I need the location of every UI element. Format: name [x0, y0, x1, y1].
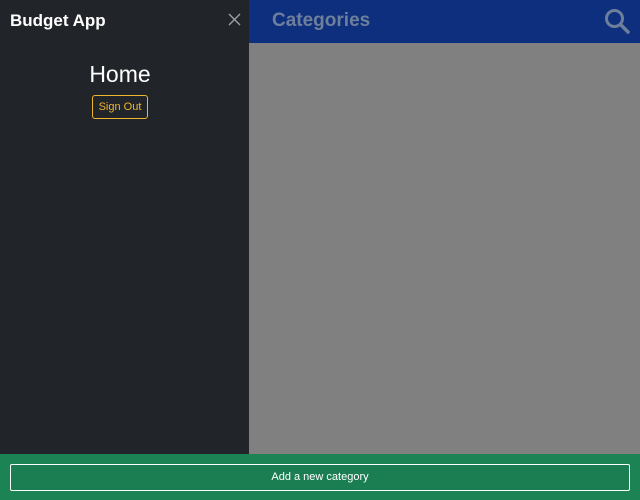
sign-out-button[interactable]: Sign Out	[92, 95, 148, 119]
offcanvas-sidebar: Budget App Home Sign Out	[0, 0, 249, 454]
sidebar-brand: Budget App	[10, 11, 106, 30]
close-icon[interactable]	[228, 13, 241, 26]
app-screen: Categories Budget App Home Sign Out Add …	[0, 0, 640, 500]
add-category-button[interactable]: Add a new category	[10, 464, 630, 491]
search-icon[interactable]	[604, 8, 630, 34]
page-title: Categories	[272, 10, 371, 31]
sidebar-heading: Home	[89, 61, 151, 87]
footer-bar: Add a new category	[0, 454, 640, 500]
